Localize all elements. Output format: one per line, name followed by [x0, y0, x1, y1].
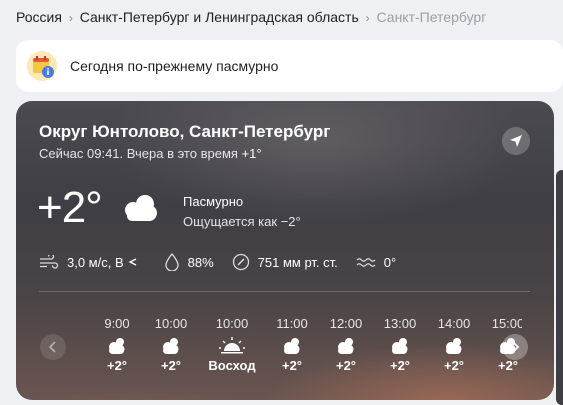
weather-notice[interactable]: Сегодня по-прежнему пасмурно: [16, 40, 563, 92]
hour-value: +2°: [443, 358, 465, 373]
hour-value: +2°: [497, 358, 519, 373]
current-time-line: Сейчас 09:41. Вчера в это время +1°: [39, 146, 262, 161]
breadcrumb: Россия › Санкт-Петербург и Ленинградская…: [16, 9, 486, 25]
location-title: Округ Юнтолово, Санкт-Петербург: [39, 122, 331, 141]
hour-value: +2°: [335, 358, 357, 373]
current-time-text: Сейчас 09:41. Вчера в это время: [39, 146, 238, 161]
hourly-item: 9:00 +2°: [92, 316, 142, 373]
breadcrumb-separator: ›: [68, 11, 73, 25]
divider: [39, 291, 530, 292]
water-temp-value: 0°: [383, 254, 397, 270]
wind-icon: [40, 255, 59, 269]
water-temp-metric: 0°: [356, 255, 396, 270]
hour-value: +2°: [281, 358, 303, 373]
pressure-metric: 751 мм рт. ст.: [232, 253, 338, 271]
location-arrow-icon: [510, 135, 522, 147]
sun-cloud-icon: [109, 338, 125, 354]
hour-time: 15:00: [491, 316, 522, 331]
chevron-right-icon: [512, 341, 520, 353]
humidity-metric: 88%: [164, 253, 214, 271]
breadcrumb-item-current: Санкт-Петербург: [376, 9, 487, 25]
pressure-value: 751 мм рт. ст.: [257, 254, 338, 270]
hourly-prev-button[interactable]: [40, 334, 66, 360]
water-icon: [356, 258, 376, 267]
hourly-next-button[interactable]: [502, 334, 528, 360]
hour-time: 14:00: [437, 316, 471, 331]
current-temperature: +2°: [37, 183, 103, 232]
hourly-item: 14:00 +2°: [429, 316, 479, 373]
sun-cloud-icon: [446, 338, 462, 354]
breadcrumb-item-region[interactable]: Санкт-Петербург и Ленинградская область: [80, 9, 359, 25]
pressure-icon: [232, 253, 249, 271]
hour-time: 11:00: [276, 316, 308, 331]
next-card-edge: [556, 170, 563, 405]
condition-text: Пасмурно: [183, 194, 244, 209]
hour-value: +2°: [389, 358, 411, 373]
calendar-info-icon: [27, 51, 57, 81]
locate-button[interactable]: [502, 127, 530, 155]
current-weather-card: Округ Юнтолово, Санкт-Петербург Сейчас 0…: [16, 101, 554, 400]
hour-time: 10:00: [154, 316, 188, 331]
hour-time: 9:00: [104, 316, 130, 331]
hour-time: 10:00: [215, 316, 249, 331]
hour-time: 12:00: [329, 316, 363, 331]
sun-cloud-icon: [163, 338, 179, 354]
hour-time: 13:00: [383, 316, 417, 331]
hourly-item: 12:00 +2°: [321, 316, 371, 373]
breadcrumb-item-russia[interactable]: Россия: [16, 9, 62, 25]
weather-metrics: 3,0 м/с, В 88% 751 мм рт. ст. 0°: [39, 253, 414, 271]
chevron-left-icon: [48, 341, 56, 353]
hourly-forecast: 9:00 +2° 10:00 +2° 10:00 Восход 11:00 +2…: [52, 316, 522, 386]
wind-metric: 3,0 м/с, В: [39, 255, 146, 270]
cloud-icon: [125, 195, 157, 221]
humidity-icon: [164, 253, 179, 271]
breadcrumb-separator: ›: [365, 11, 370, 25]
hourly-item: 10:00 +2°: [146, 316, 196, 373]
hourly-item: 13:00 +2°: [375, 316, 425, 373]
humidity-value: 88%: [187, 254, 214, 270]
feels-like-text: Ощущается как −2°: [183, 214, 301, 229]
wind-value: 3,0 м/с, В: [67, 254, 124, 270]
hourly-item: 10:00 Восход: [207, 316, 257, 373]
hour-value: Восход: [208, 358, 256, 373]
notice-text: Сегодня по-прежнему пасмурно: [70, 58, 279, 74]
hour-value: +2°: [106, 358, 128, 373]
wind-direction-icon: [128, 258, 136, 266]
sunrise-icon: [219, 337, 245, 354]
sun-cloud-icon: [338, 338, 354, 354]
hourly-item: 11:00 +2°: [267, 316, 317, 373]
sun-cloud-icon: [392, 338, 408, 354]
hour-value: +2°: [160, 358, 182, 373]
sun-cloud-icon: [284, 338, 300, 354]
yesterday-temp: +1°: [241, 146, 262, 161]
